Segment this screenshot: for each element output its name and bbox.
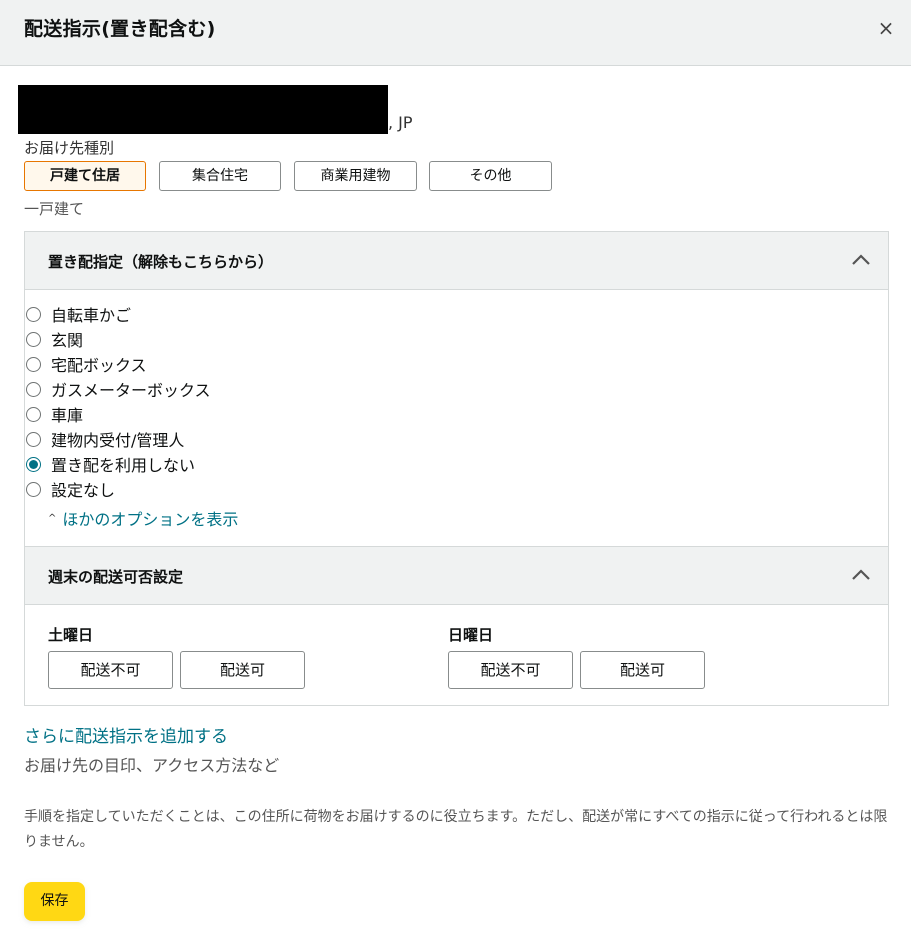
caret-up-icon: ^ <box>48 512 57 524</box>
saturday-no-delivery-button[interactable]: 配送不可 <box>48 651 173 689</box>
radio-option-garage[interactable]: 車庫 <box>26 403 83 425</box>
chevron-up-icon[interactable] <box>848 249 874 271</box>
dialog-header: 配送指示(置き配含む) × <box>0 0 911 66</box>
dropoff-panel-title: 置き配指定（解除もこちらから） <box>48 253 274 271</box>
dialog-title: 配送指示(置き配含む) <box>24 18 216 40</box>
radio-option-delivery-box[interactable]: 宅配ボックス <box>26 353 147 375</box>
sunday-label: 日曜日 <box>448 626 494 644</box>
chevron-up-icon[interactable] <box>848 564 874 586</box>
radio-label: 設定なし <box>51 481 116 500</box>
radio-label: 玄関 <box>51 331 84 350</box>
sunday-no-delivery-button[interactable]: 配送不可 <box>448 651 573 689</box>
radio-option-gas-meter-box[interactable]: ガスメーターボックス <box>26 378 211 400</box>
type-button-house[interactable]: 戸建て住居 <box>24 161 146 191</box>
radio-label: ガスメーターボックス <box>51 381 211 400</box>
radio-button[interactable] <box>26 306 41 322</box>
weekend-panel-header[interactable]: 週末の配送可否設定 <box>25 547 888 605</box>
delivery-type-selected: 一戸建て <box>24 200 85 218</box>
radio-option-no-setting[interactable]: 設定なし <box>26 478 115 500</box>
radio-button-checked[interactable] <box>26 456 41 472</box>
saturday-delivery-button[interactable]: 配送可 <box>180 651 305 689</box>
radio-button[interactable] <box>26 431 41 447</box>
type-button-other[interactable]: その他 <box>429 161 552 191</box>
radio-button[interactable] <box>26 331 41 347</box>
instructions-note: 手順を指定していただくことは、この住所に荷物をお届けするのに役立ちます。ただし、… <box>24 809 888 850</box>
weekend-panel-title: 週末の配送可否設定 <box>48 568 184 586</box>
radio-option-reception[interactable]: 建物内受付/管理人 <box>26 428 184 450</box>
saturday-label: 土曜日 <box>48 626 94 644</box>
show-more-options-link[interactable]: ^ ほかのオプションを表示 <box>48 506 238 530</box>
radio-option-no-dropoff[interactable]: 置き配を利用しない <box>26 453 195 475</box>
add-instructions-subtitle: お届け先の目印、アクセス方法など <box>24 756 280 775</box>
radio-button[interactable] <box>26 356 41 372</box>
radio-option-bicycle-basket[interactable]: 自転車かご <box>26 303 131 325</box>
close-icon[interactable]: × <box>875 17 897 39</box>
radio-label: 建物内受付/管理人 <box>51 431 185 450</box>
radio-button[interactable] <box>26 406 41 422</box>
radio-label: 自転車かご <box>51 306 132 325</box>
type-button-apartment[interactable]: 集合住宅 <box>159 161 281 191</box>
radio-button[interactable] <box>26 381 41 397</box>
show-more-options-label: ほかのオプションを表示 <box>62 510 239 529</box>
type-button-commercial[interactable]: 商業用建物 <box>294 161 417 191</box>
radio-label: 宅配ボックス <box>51 356 147 375</box>
add-instructions-link[interactable]: さらに配送指示を追加する <box>24 722 228 747</box>
address-country: , JP <box>388 113 413 132</box>
save-button[interactable]: 保存 <box>24 882 85 921</box>
radio-label: 車庫 <box>51 406 84 425</box>
radio-button[interactable] <box>26 481 41 497</box>
radio-option-front-door[interactable]: 玄関 <box>26 328 83 350</box>
delivery-type-label: お届け先種別 <box>24 139 115 157</box>
sunday-delivery-button[interactable]: 配送可 <box>580 651 705 689</box>
dropoff-panel-header[interactable]: 置き配指定（解除もこちらから） <box>25 232 888 290</box>
radio-label: 置き配を利用しない <box>51 456 196 475</box>
redacted-address <box>18 85 388 134</box>
